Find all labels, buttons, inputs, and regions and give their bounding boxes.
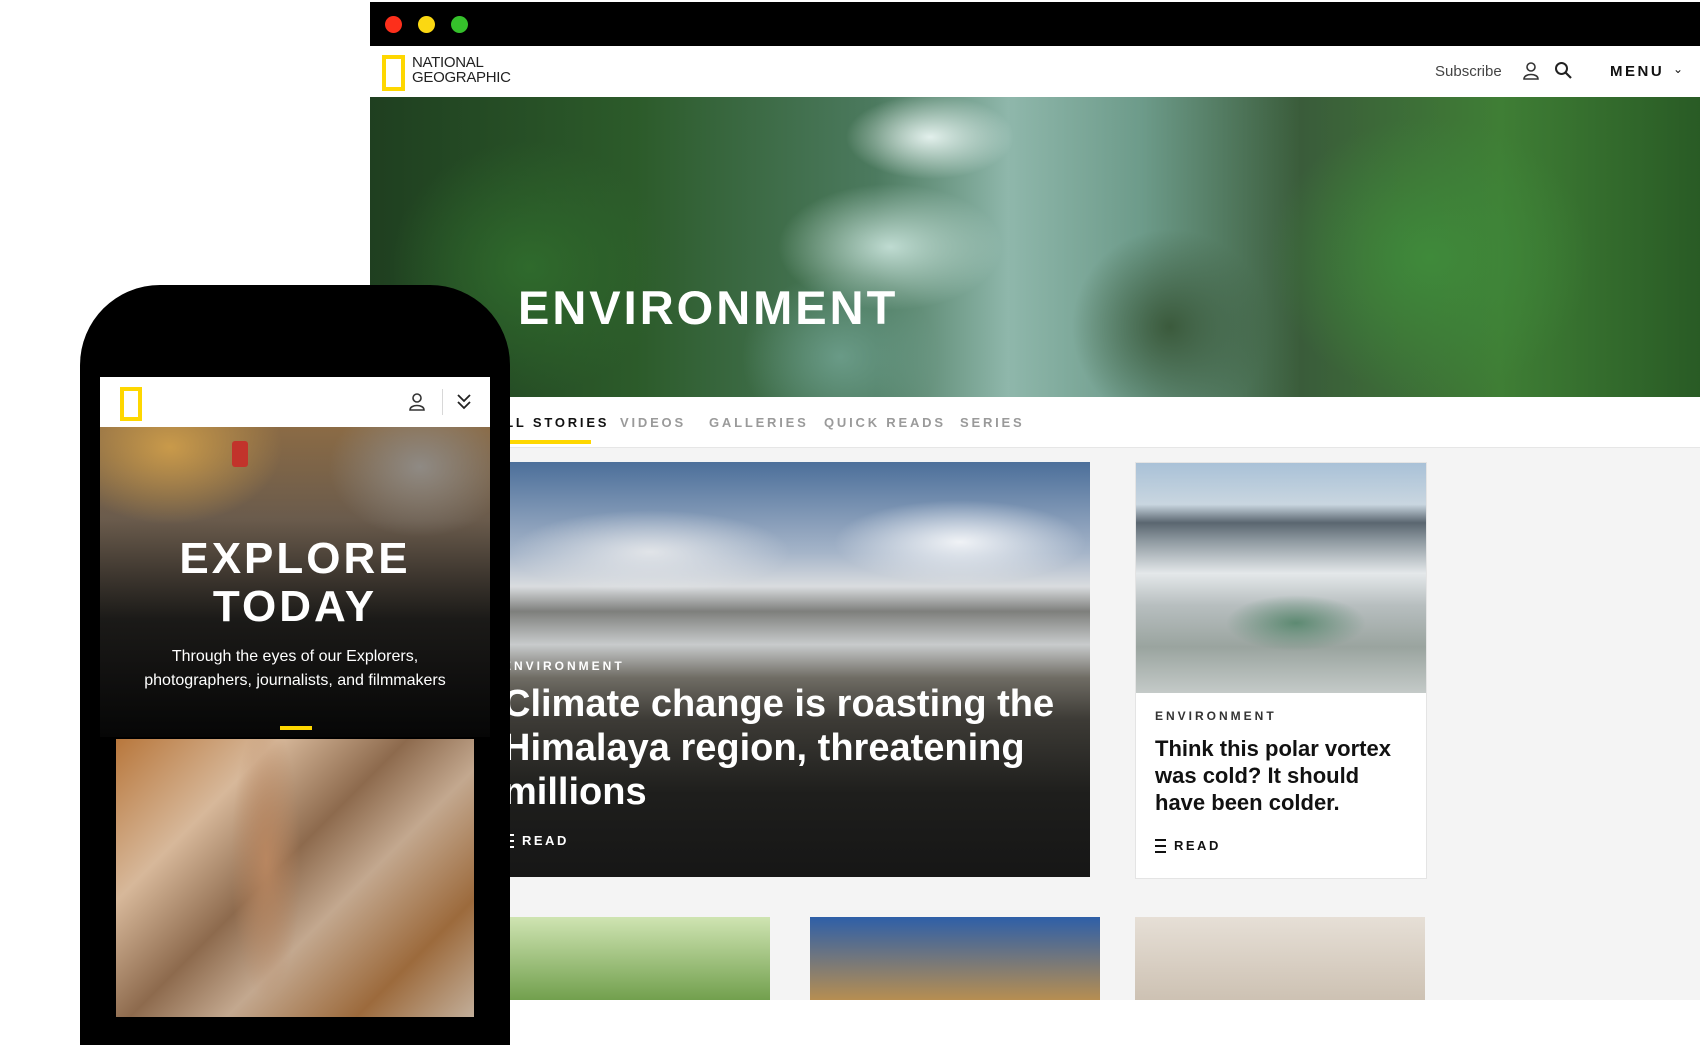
main-story-card[interactable]: ENVIRONMENT Climate change is roasting t… xyxy=(490,462,1090,877)
side-story-card[interactable]: ENVIRONMENT Think this polar vortex was … xyxy=(1135,462,1427,879)
mobile-header xyxy=(100,377,490,427)
section-tabs: ALL STORIES VIDEOS GALLERIES QUICK READS… xyxy=(370,397,1700,448)
maximize-window-button[interactable] xyxy=(451,16,468,33)
main-story-kicker[interactable]: ENVIRONMENT xyxy=(503,659,625,673)
user-icon[interactable] xyxy=(408,392,426,412)
logo-line-2: GEOGRAPHIC xyxy=(412,69,511,86)
side-story-image[interactable] xyxy=(1136,463,1426,693)
tab-videos[interactable]: VIDEOS xyxy=(620,415,686,430)
logo-rectangle-icon[interactable] xyxy=(120,387,142,421)
desktop-browser-window: NATIONAL GEOGRAPHIC Subscribe MENU ⌄ ENV… xyxy=(370,2,1700,1000)
mobile-story-image[interactable] xyxy=(116,739,474,1017)
tab-quick-reads[interactable]: QUICK READS xyxy=(824,415,946,430)
main-story-headline[interactable]: Climate change is roasting the Himalaya … xyxy=(503,682,1063,814)
logo-line-1: NATIONAL xyxy=(412,54,484,71)
minimize-window-button[interactable] xyxy=(418,16,435,33)
mobile-hero-title-line-2: TODAY xyxy=(212,582,378,631)
user-icon[interactable] xyxy=(1522,61,1540,81)
story-thumbnail[interactable] xyxy=(1135,917,1425,1000)
read-lines-icon xyxy=(1155,838,1166,853)
chevron-down-icon[interactable] xyxy=(455,391,473,413)
menu-button[interactable]: MENU xyxy=(1610,63,1664,80)
mobile-screen: EXPLORE TODAY Through the eyes of our Ex… xyxy=(100,377,490,1017)
chevron-down-icon[interactable]: ⌄ xyxy=(1673,62,1683,76)
tab-all-stories[interactable]: ALL STORIES xyxy=(493,415,609,430)
subscribe-link[interactable]: Subscribe xyxy=(1435,63,1502,80)
close-window-button[interactable] xyxy=(385,16,402,33)
tab-galleries[interactable]: GALLERIES xyxy=(709,415,809,430)
search-icon[interactable] xyxy=(1554,61,1573,80)
logo-wordmark: NATIONAL GEOGRAPHIC xyxy=(412,55,511,85)
side-story-kicker[interactable]: ENVIRONMENT xyxy=(1155,709,1277,723)
mobile-hero: EXPLORE TODAY Through the eyes of our Ex… xyxy=(100,427,490,737)
side-story-headline[interactable]: Think this polar vortex was cold? It sho… xyxy=(1155,735,1415,816)
read-label: READ xyxy=(1174,838,1221,853)
logo-rectangle-icon xyxy=(382,55,405,91)
mobile-hero-subtitle: Through the eyes of our Explorers, photo… xyxy=(144,648,446,689)
story-thumbnail[interactable] xyxy=(490,917,770,1000)
story-thumbnail[interactable] xyxy=(810,917,1100,1000)
page-title: ENVIRONMENT xyxy=(518,281,899,334)
browser-titlebar xyxy=(370,2,1700,46)
tab-series[interactable]: SERIES xyxy=(960,415,1024,430)
accent-bar xyxy=(280,726,312,730)
header-divider xyxy=(442,389,443,415)
read-label: READ xyxy=(522,833,569,848)
hiker-figure xyxy=(232,441,248,467)
main-story-read-link[interactable]: READ xyxy=(503,833,569,848)
mobile-hero-title-line-1: EXPLORE xyxy=(179,534,411,583)
site-header: NATIONAL GEOGRAPHIC Subscribe MENU ⌄ xyxy=(370,46,1700,98)
side-story-read-link[interactable]: READ xyxy=(1155,838,1221,853)
hero-image-river-forest xyxy=(370,97,1700,397)
mobile-phone-frame: EXPLORE TODAY Through the eyes of our Ex… xyxy=(80,285,510,1045)
